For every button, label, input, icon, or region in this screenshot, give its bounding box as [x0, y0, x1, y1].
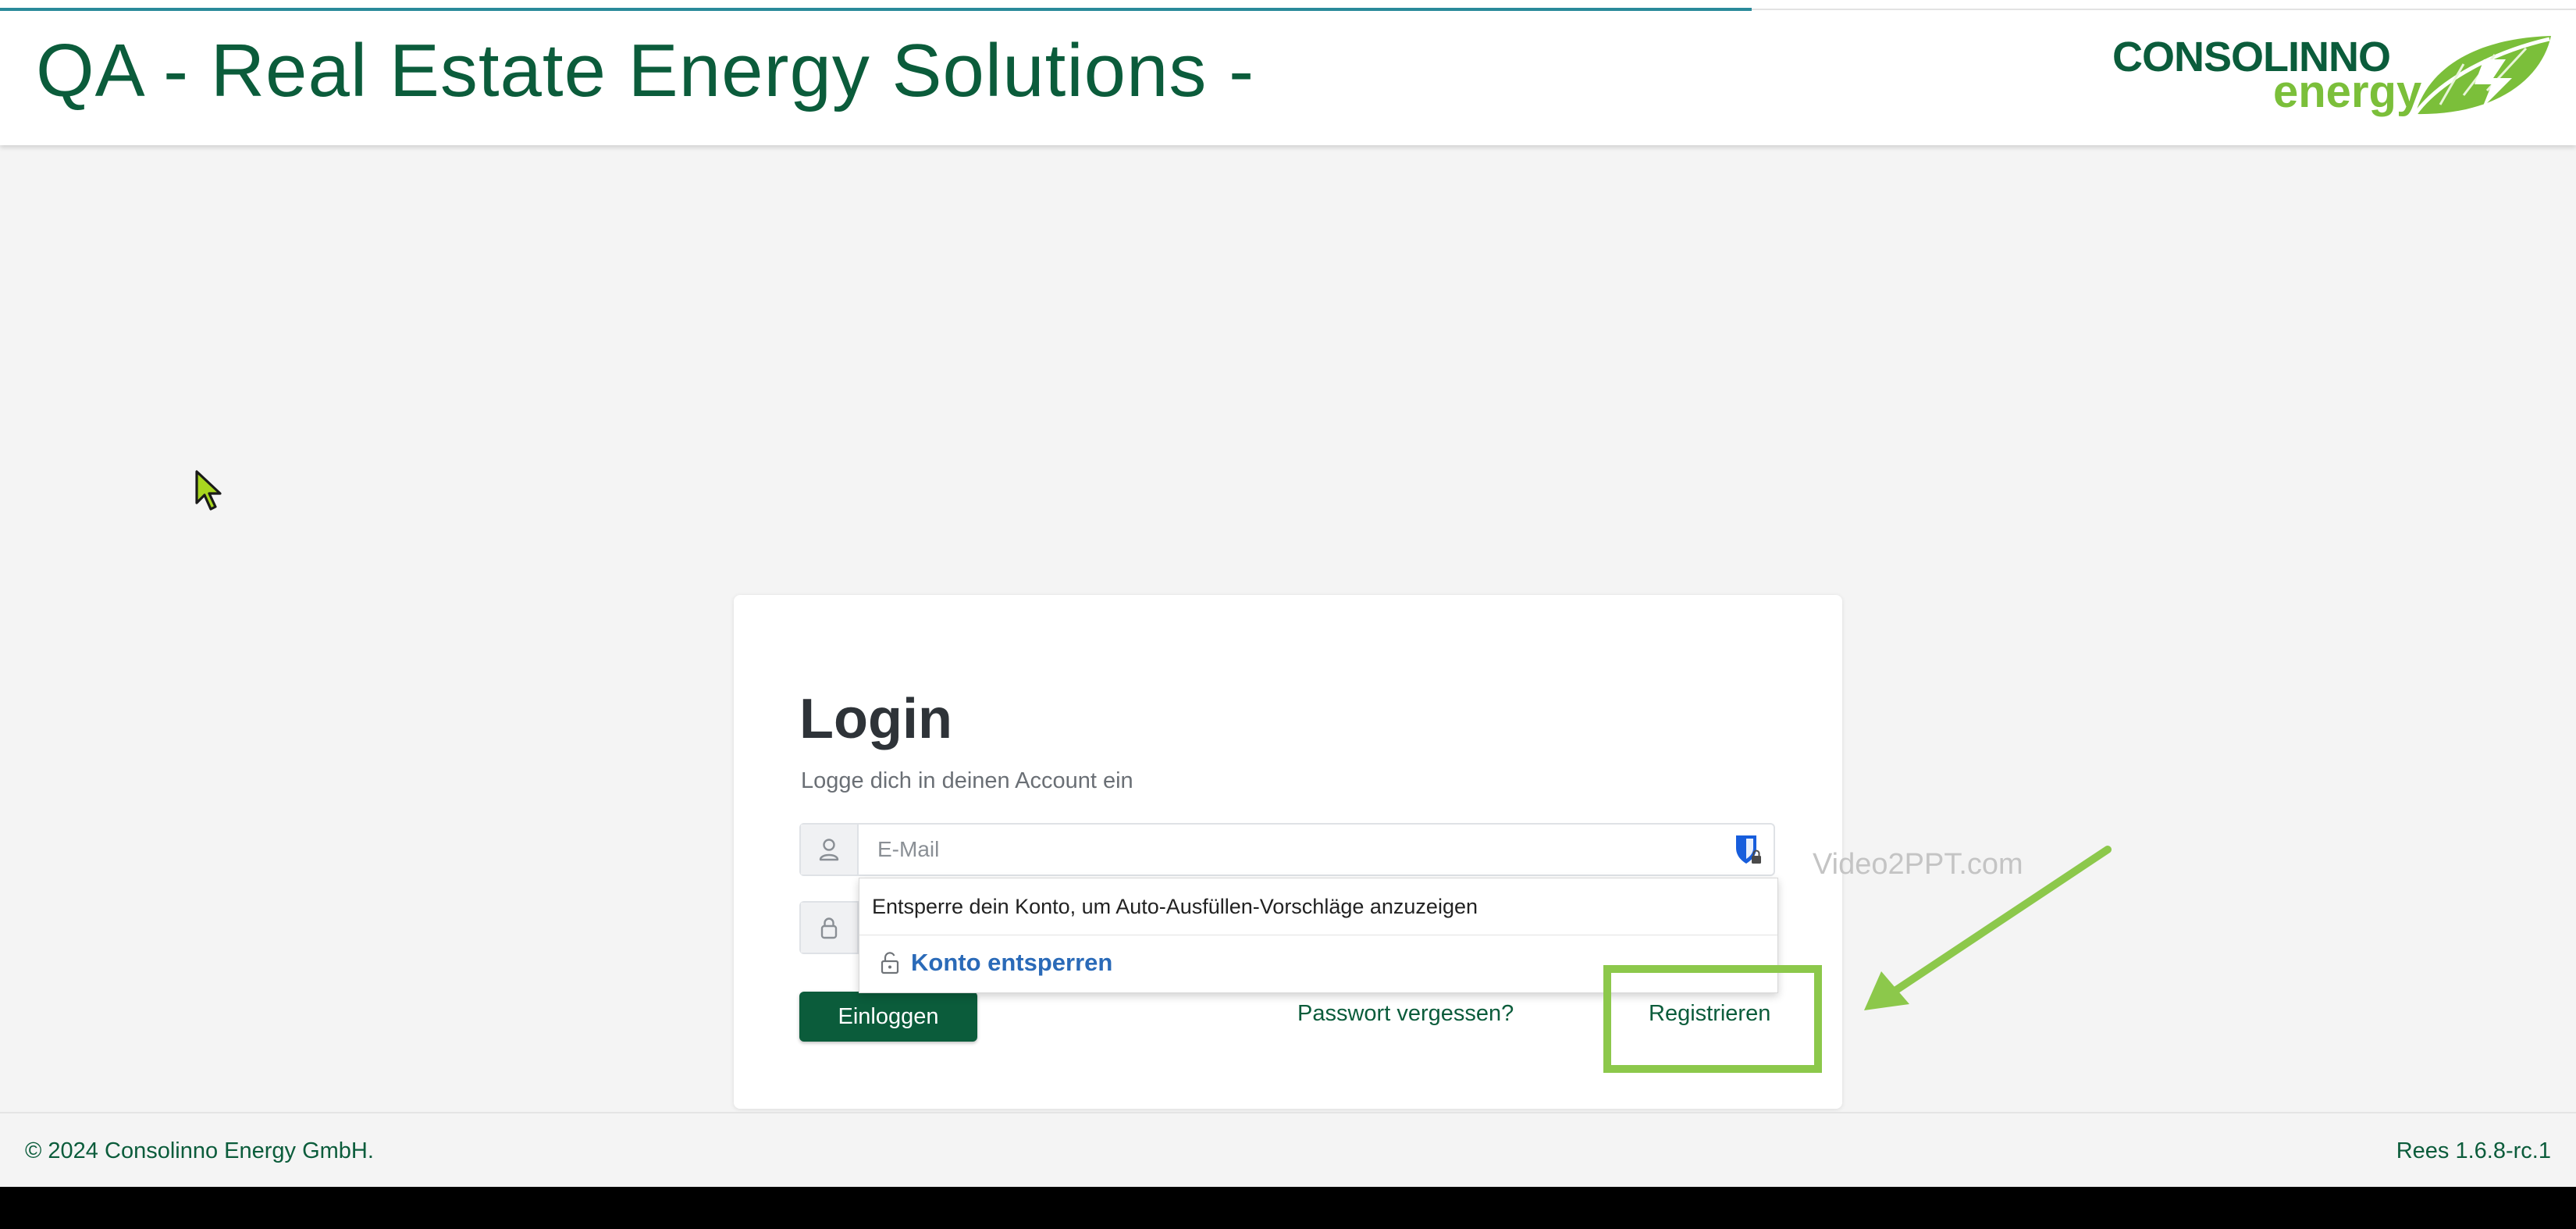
page-load-progress-bar: [0, 8, 1752, 11]
lock-icon: [820, 917, 838, 939]
unlock-icon: [881, 952, 899, 974]
autofill-message: Entsperre dein Konto, um Auto-Ausfüllen-…: [872, 895, 1478, 918]
screen-bottom-bar: [0, 1187, 2576, 1229]
email-addon: [801, 825, 859, 875]
unlock-account-label: Konto entsperren: [911, 949, 1113, 976]
email-input-group: [799, 823, 1775, 876]
password-addon: [801, 903, 859, 953]
logo-text-bottom: energy: [2273, 66, 2422, 117]
login-subtitle: Logge dich in deinen Account ein: [801, 768, 1133, 793]
version-text: Rees 1.6.8-rc.1: [2396, 1138, 2551, 1163]
leaf-icon: [2413, 36, 2551, 116]
app-footer: © 2024 Consolinno Energy GmbH. Rees 1.6.…: [0, 1112, 2576, 1187]
autofill-suggestion-popup: Entsperre dein Konto, um Auto-Ausfüllen-…: [859, 878, 1778, 993]
mouse-cursor-icon: [195, 470, 222, 511]
copyright-text: © 2024 Consolinno Energy GmbH.: [25, 1138, 374, 1163]
unlock-account-button[interactable]: Konto entsperren: [880, 939, 1112, 986]
register-link[interactable]: Registrieren: [1649, 1001, 1770, 1027]
bitwarden-shield-icon[interactable]: [1735, 834, 1763, 867]
watermark: Video2PPT.com: [1813, 848, 2023, 881]
forgot-password-link[interactable]: Passwort vergessen?: [1297, 1001, 1514, 1027]
user-icon: [819, 839, 839, 861]
consolinno-logo[interactable]: CONSOLINNO energy: [2108, 33, 2553, 119]
page-load-progress-track: [1752, 9, 2576, 10]
login-card: Login Logge dich in deinen Account ein E…: [734, 595, 1842, 1109]
login-button[interactable]: Einloggen: [799, 992, 977, 1042]
login-heading: Login: [799, 688, 952, 750]
page-title: QA - Real Estate Energy Solutions -: [36, 29, 1255, 112]
app-header: QA - Real Estate Energy Solutions - CONS…: [0, 0, 2576, 145]
email-input[interactable]: [859, 825, 1717, 875]
